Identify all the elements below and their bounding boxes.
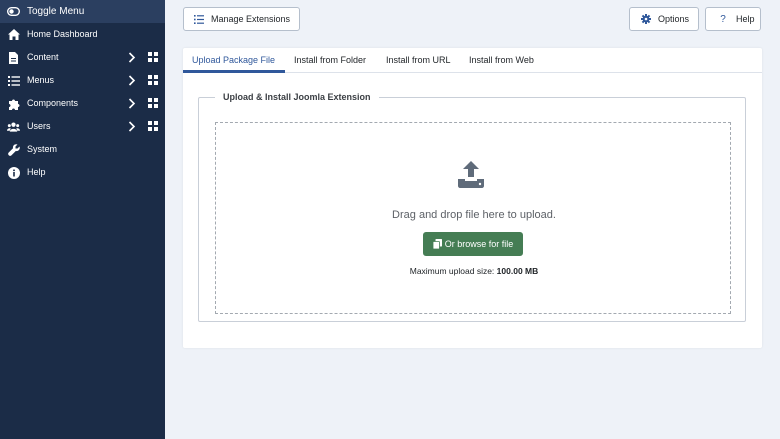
dashboard-grid-icon[interactable] (148, 75, 158, 85)
chevron-right-icon[interactable] (128, 121, 138, 132)
sidebar-item-label: Content (27, 52, 59, 62)
sidebar-item-content[interactable]: Content (0, 46, 165, 69)
dashboard-grid-icon[interactable] (148, 121, 158, 131)
drag-drop-text: Drag and drop file here to upload. (392, 209, 556, 221)
tab-upload-package-file[interactable]: Upload Package File (192, 55, 275, 65)
sidebar-item-label: Home Dashboard (27, 29, 98, 39)
max-upload-size-label: Maximum upload size: (409, 266, 495, 276)
upload-icon (456, 159, 486, 189)
sidebar-item-label: System (27, 144, 58, 154)
puzzle-icon (7, 97, 20, 110)
dashboard-grid-icon[interactable] (148, 52, 158, 62)
sidebar-item-system[interactable]: System (0, 138, 165, 161)
chevron-right-icon[interactable] (128, 52, 138, 63)
options-button[interactable]: Options (629, 7, 699, 31)
sidebar-item-label: Menus (27, 75, 55, 85)
file-icon (7, 51, 20, 64)
options-label: Options (658, 14, 690, 24)
toolbar: Manage Extensions Options ? Help (165, 0, 780, 40)
chevron-right-icon[interactable] (128, 98, 138, 109)
toggle-icon (7, 5, 20, 18)
question-icon: ? (720, 13, 726, 25)
toggle-menu-label: Toggle Menu (27, 6, 85, 17)
sidebar-item-label: Users (27, 121, 51, 131)
chevron-right-icon[interactable] (128, 75, 138, 86)
manage-extensions-label: Manage Extensions (211, 14, 291, 24)
info-icon (7, 166, 20, 179)
list-icon (193, 13, 205, 25)
tab-install-from-folder[interactable]: Install from Folder (294, 55, 366, 65)
upload-legend: Upload & Install Joomla Extension (215, 92, 379, 102)
sidebar-item-components[interactable]: Components (0, 92, 165, 115)
tab-install-from-url[interactable]: Install from URL (386, 55, 451, 65)
sidebar: Toggle Menu Home Dashboard Content Menus… (0, 0, 165, 439)
sidebar-item-menus[interactable]: Menus (0, 69, 165, 92)
max-upload-size-value: 100.00 MB (496, 266, 539, 276)
sidebar-item-label: Components (27, 98, 79, 108)
help-label: Help (736, 14, 755, 24)
sidebar-item-label: Help (27, 167, 46, 177)
dashboard-grid-icon[interactable] (148, 98, 158, 108)
tab-install-from-web[interactable]: Install from Web (469, 55, 534, 65)
tab-bar: Upload Package File Install from Folder … (183, 48, 762, 73)
sidebar-item-help[interactable]: Help (0, 161, 165, 184)
sidebar-item-home-dashboard[interactable]: Home Dashboard (0, 23, 165, 46)
browse-file-button[interactable]: Or browse for file (423, 232, 523, 256)
gear-icon (640, 13, 652, 25)
installer-card: Upload Package File Install from Folder … (183, 48, 762, 348)
wrench-icon (7, 143, 20, 156)
users-icon (7, 120, 20, 133)
active-tab-indicator (183, 70, 285, 73)
browse-file-label: Or browse for file (444, 239, 514, 249)
max-upload-size: Maximum upload size: 100.00 MB (216, 266, 732, 276)
copy-icon (432, 239, 442, 249)
upload-fieldset: Upload & Install Joomla Extension Drag a… (198, 92, 746, 322)
home-icon (7, 28, 20, 41)
drop-zone[interactable]: Drag and drop file here to upload. Or br… (215, 122, 731, 314)
toggle-menu-button[interactable]: Toggle Menu (0, 0, 165, 23)
manage-extensions-button[interactable]: Manage Extensions (183, 7, 300, 31)
list-icon (7, 74, 20, 87)
help-button[interactable]: ? Help (705, 7, 761, 31)
sidebar-item-users[interactable]: Users (0, 115, 165, 138)
